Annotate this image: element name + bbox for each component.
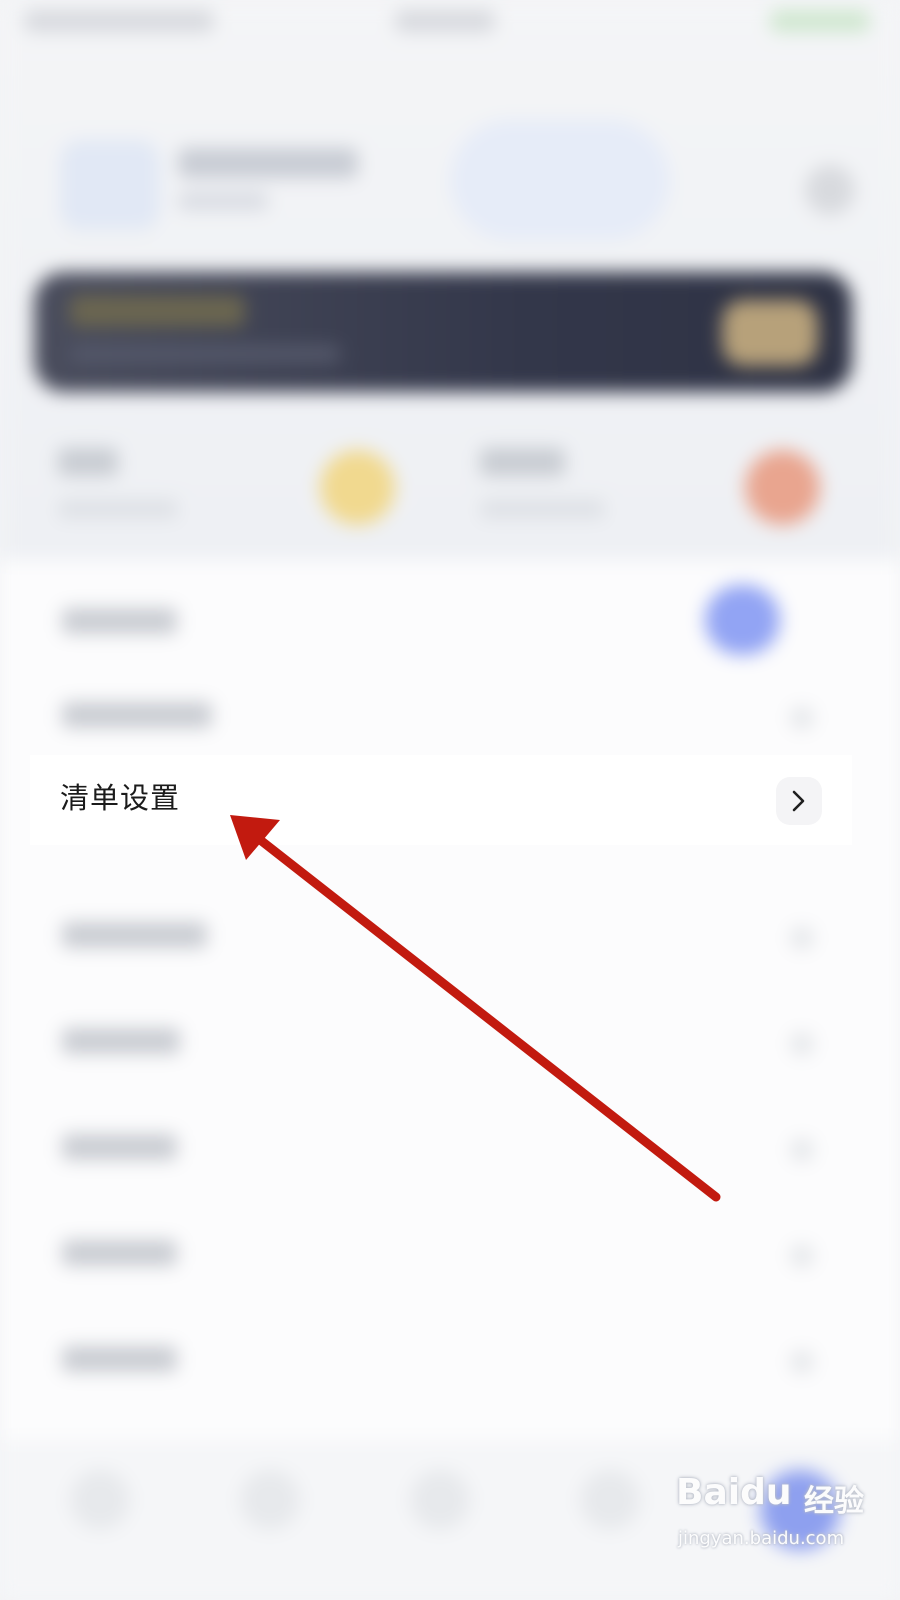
annotation-arrow	[230, 815, 721, 1202]
watermark-url: jingyan.baidu.com	[678, 1528, 845, 1549]
baidu-logo: Baidu	[676, 1472, 792, 1513]
watermark-cn-text: 经验	[804, 1484, 864, 1519]
baidu-jingyan-watermark: Baidu 经验 jingyan.baidu.com	[676, 1472, 886, 1582]
annotation-arrow-shaft	[240, 823, 721, 1202]
